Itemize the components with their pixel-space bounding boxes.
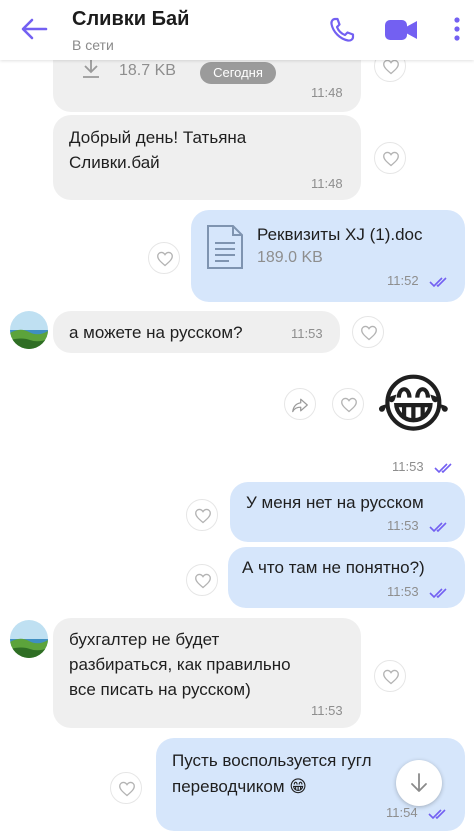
share-button[interactable] [284,388,316,420]
message-text-line: разбираться, как правильно [69,655,291,674]
like-button[interactable] [352,316,384,348]
message-time: 11:53 [392,459,424,474]
heart-icon [383,59,399,75]
chat-header: Сливки Бай В сети [0,0,474,60]
message-bubble-outgoing[interactable]: А что там не понятно?) 11:53 [228,547,465,608]
file-name: Реквизиты XJ (1).doc [257,225,423,244]
heart-icon [195,508,211,524]
avatar[interactable] [10,311,48,349]
heart-icon [361,325,377,341]
scroll-to-bottom-button[interactable] [396,760,442,806]
phone-icon[interactable] [328,16,356,44]
file-size: 189.0 KB [257,249,323,266]
heart-icon [341,397,357,413]
message-bubble-incoming[interactable]: а можете на русском? 11:53 [53,311,340,353]
double-check-icon [429,588,447,599]
message-text-line: переводчиком 😁 [172,777,307,796]
chat-title[interactable]: Сливки Бай [72,8,189,31]
message-time: 11:53 [291,326,323,341]
message-bubble-outgoing[interactable]: У меня нет на русском 11:53 [230,482,465,542]
message-time: 11:53 [311,703,343,718]
message-text-line: Сливки.бай [69,153,160,172]
heart-icon [157,251,173,267]
message-time: 11:48 [311,176,343,191]
message-text-line: бухгалтер не будет [69,630,220,649]
like-button[interactable] [374,142,406,174]
message-bubble-outgoing-file[interactable]: Реквизиты XJ (1).doc 189.0 KB 11:52 [191,210,465,302]
heart-icon [383,669,399,685]
avatar[interactable] [10,620,48,658]
heart-icon [383,151,399,167]
double-check-icon [429,277,447,288]
avatar-landscape-icon [10,620,48,658]
message-text: У меня нет на русском [246,493,424,512]
video-camera-icon[interactable] [384,16,418,44]
message-text-line: Пусть воспользуется гугл [172,751,372,770]
message-time: 11:53 [387,518,419,533]
message-text: А что там не понятно?) [242,558,425,577]
message-time: 11:52 [387,273,419,288]
message-time: 11:48 [311,85,343,100]
message-text-line: все писать на русском) [69,680,251,699]
like-button[interactable] [332,388,364,420]
like-button[interactable] [110,772,142,804]
message-time: 11:54 [386,805,418,820]
double-check-icon [434,463,452,474]
document-icon[interactable] [205,224,245,270]
like-button[interactable] [148,242,180,274]
more-vertical-icon[interactable] [452,14,462,44]
message-text: а можете на русском? [69,323,243,342]
like-button[interactable] [374,660,406,692]
like-button[interactable] [186,564,218,596]
file-size: 18.7 KB [119,62,176,79]
message-bubble-incoming[interactable]: Добрый день! Татьяна Сливки.бай 11:48 [53,115,361,200]
sticker-emoji[interactable]: 😂 [376,364,451,444]
heart-icon [119,781,135,797]
like-button[interactable] [186,499,218,531]
heart-icon [195,573,211,589]
double-check-icon [428,809,446,820]
message-time: 11:53 [387,584,419,599]
double-check-icon [429,522,447,533]
message-text-line: Добрый день! Татьяна [69,128,247,147]
online-status: В сети [72,37,114,53]
share-icon [292,398,308,413]
back-arrow-icon[interactable] [18,14,50,44]
message-bubble-incoming[interactable]: бухгалтер не будет разбираться, как прав… [53,618,361,728]
avatar-landscape-icon [10,311,48,349]
date-separator: Сегодня [200,62,276,84]
arrow-down-icon [411,773,427,792]
